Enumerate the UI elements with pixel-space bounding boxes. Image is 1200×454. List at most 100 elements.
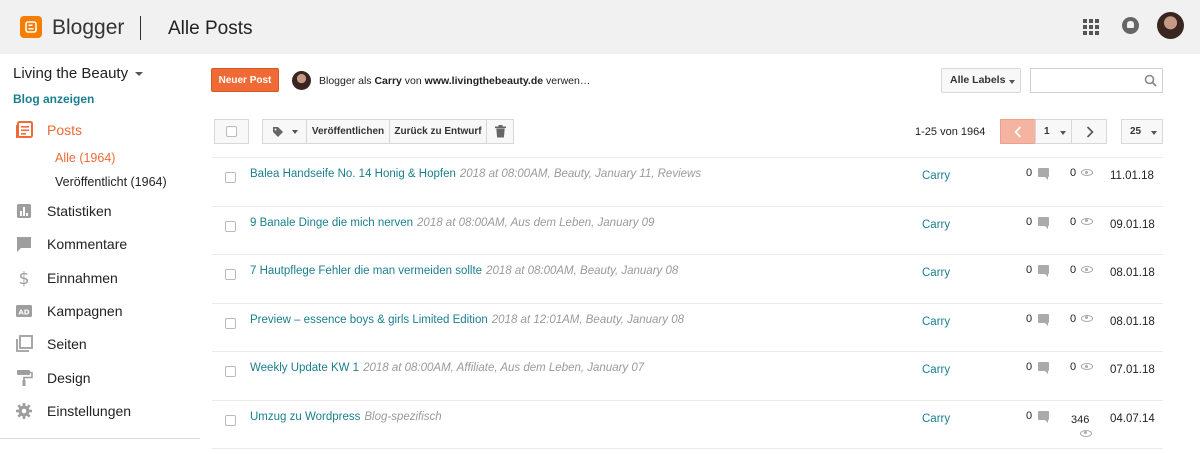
blogger-logo-icon[interactable] xyxy=(20,16,42,38)
post-meta: 2018 at 12:01AM, Beauty, January 08 xyxy=(491,313,685,326)
eye-icon xyxy=(1081,217,1093,225)
post-checkbox[interactable] xyxy=(225,269,236,281)
post-meta: 2018 at 08:00AM, Aus dem Leben, January … xyxy=(417,216,655,229)
sidebar-item-label: Seiten xyxy=(47,336,87,352)
post-title-link[interactable]: 7 Hautpflege Fehler die man vermeiden so… xyxy=(250,265,482,277)
chevron-left-icon xyxy=(1014,126,1022,138)
post-checkbox[interactable] xyxy=(225,414,236,426)
delete-button[interactable] xyxy=(486,119,514,144)
trash-icon xyxy=(495,125,506,138)
eye-icon xyxy=(1081,169,1093,176)
post-row[interactable]: Balea Handseife No. 14 Honig & Hopfen 201… xyxy=(212,157,1163,206)
post-checkbox[interactable] xyxy=(225,317,236,329)
pages-icon xyxy=(16,335,33,352)
post-row[interactable]: Umzug zu Wordpress Blog-spezifisch Carry … xyxy=(212,399,1163,449)
post-title-link[interactable]: Balea Handseife No. 14 Honig & Hopfen xyxy=(250,168,456,180)
publish-button[interactable]: Veröffentlichen xyxy=(306,119,390,144)
sidebar-item-design[interactable]: Design xyxy=(0,365,200,393)
sidebar-item-comments[interactable]: Kommentare xyxy=(0,231,200,259)
post-author[interactable]: Carry xyxy=(922,316,950,328)
comment-icon xyxy=(1038,216,1049,229)
brand-name[interactable]: Blogger xyxy=(52,16,124,40)
post-checkbox[interactable] xyxy=(225,172,236,183)
posts-icon xyxy=(16,121,33,138)
post-row[interactable]: 9 Banale Dinge die mich nerven 2018 at 08… xyxy=(212,205,1163,255)
post-date: 11.01.18 xyxy=(1110,170,1154,182)
page-title: Alle Posts xyxy=(168,18,253,39)
post-date: 04.07.14 xyxy=(1110,412,1155,425)
sidebar-item-campaigns[interactable]: AD Kampagnen xyxy=(0,298,200,326)
view-count: 0 xyxy=(1070,264,1077,277)
chevron-down-icon xyxy=(1009,80,1015,84)
post-row[interactable]: 7 Hautpflege Fehler die man vermeiden so… xyxy=(212,254,1163,303)
labels-filter-dropdown[interactable]: Alle Labels xyxy=(941,68,1021,93)
sidebar-sub-published[interactable]: Veröffentlicht (1964) xyxy=(55,175,167,189)
tag-icon xyxy=(273,127,283,137)
sidebar-item-settings[interactable]: Einstellungen xyxy=(0,398,200,426)
search-input[interactable] xyxy=(1030,68,1163,93)
blog-selector[interactable]: Living the Beauty xyxy=(13,65,128,82)
comment-count: 0 xyxy=(1026,312,1033,325)
gear-icon xyxy=(16,403,32,419)
header-divider xyxy=(140,16,141,40)
sidebar-sub-all[interactable]: Alle (1964) xyxy=(55,151,115,165)
sidebar-item-statistics[interactable]: Statistiken xyxy=(0,198,200,226)
sidebar-divider xyxy=(0,438,200,439)
sidebar-item-posts[interactable]: Posts xyxy=(0,117,200,145)
chevron-down-icon[interactable] xyxy=(135,72,143,76)
ad-icon: AD xyxy=(16,305,32,317)
next-page-button[interactable] xyxy=(1071,119,1107,144)
post-title-link[interactable]: 9 Banale Dinge die mich nerven xyxy=(250,217,413,229)
eye-icon xyxy=(1080,429,1092,437)
comment-icon xyxy=(1038,410,1049,423)
post-date: 08.01.18 xyxy=(1110,315,1155,328)
chevron-down-icon xyxy=(292,130,298,134)
items-per-page-selector[interactable]: 25 xyxy=(1121,119,1163,144)
items-per-page-value: 25 xyxy=(1130,126,1142,137)
search-icon[interactable] xyxy=(1144,74,1157,87)
comment-count: 0 xyxy=(1026,167,1033,179)
pagination-range: 1-25 von 1964 xyxy=(915,126,986,138)
post-title-link[interactable]: Preview – essence boys & girls Limited E… xyxy=(250,314,488,326)
post-author[interactable]: Carry xyxy=(922,219,950,231)
select-all-checkbox[interactable] xyxy=(226,126,237,137)
page-selector[interactable]: 1 xyxy=(1035,119,1072,144)
labels-filter-label: Alle Labels xyxy=(950,74,1006,86)
label-menu-button[interactable] xyxy=(262,119,307,144)
sidebar-item-pages[interactable]: Seiten xyxy=(0,331,200,359)
post-date: 09.01.18 xyxy=(1110,218,1155,231)
post-checkbox[interactable] xyxy=(225,220,236,232)
posting-as-text: Blogger als Carry von www.livingthebeaut… xyxy=(319,75,591,87)
post-author[interactable]: Carry xyxy=(922,364,950,376)
post-title-link[interactable]: Umzug zu Wordpress xyxy=(250,411,360,423)
chevron-right-icon xyxy=(1086,126,1094,138)
post-row[interactable]: Preview – essence boys & girls Limited E… xyxy=(212,302,1163,352)
post-row[interactable]: Weekly Update KW 1 2018 at 08:00AM, Affil… xyxy=(212,351,1163,400)
notifications-bell-icon[interactable] xyxy=(1122,17,1139,34)
post-date: 07.01.18 xyxy=(1110,364,1155,377)
new-post-button[interactable]: Neuer Post xyxy=(211,68,279,92)
post-author[interactable]: Carry xyxy=(922,267,950,279)
user-avatar xyxy=(292,71,311,90)
comment-count: 0 xyxy=(1026,409,1033,422)
post-author[interactable]: Carry xyxy=(922,170,950,182)
comment-count: 0 xyxy=(1026,361,1033,374)
account-avatar[interactable] xyxy=(1157,12,1184,39)
top-header: Blogger Alle Posts xyxy=(0,0,1200,54)
previous-page-button[interactable] xyxy=(1000,119,1036,144)
view-blog-link[interactable]: Blog anzeigen xyxy=(13,92,94,106)
revert-to-draft-button[interactable]: Zurück zu Entwurf xyxy=(389,119,487,144)
paint-roller-icon xyxy=(17,370,33,386)
posts-list: Balea Handseife No. 14 Honig & Hopfen 201… xyxy=(212,157,1163,449)
eye-icon xyxy=(1081,363,1093,371)
post-checkbox[interactable] xyxy=(225,366,236,378)
post-title-link[interactable]: Weekly Update KW 1 xyxy=(250,362,359,374)
select-all-button[interactable] xyxy=(214,119,249,144)
post-author[interactable]: Carry xyxy=(922,413,950,425)
apps-grid-icon[interactable] xyxy=(1083,19,1099,35)
view-count: 0 xyxy=(1070,312,1077,325)
comment-icon xyxy=(1038,168,1049,180)
sidebar-item-label: Statistiken xyxy=(47,203,112,219)
post-date: 08.01.18 xyxy=(1110,267,1155,280)
sidebar-item-earnings[interactable]: $ Einnahmen xyxy=(0,265,200,293)
